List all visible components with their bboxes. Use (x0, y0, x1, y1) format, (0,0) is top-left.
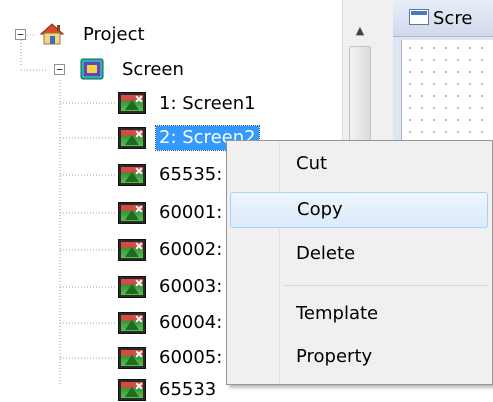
screen-window-icon (409, 9, 429, 25)
screen-design-tab-title: Scre (433, 8, 473, 29)
screen-collapse-toggle[interactable]: − (54, 64, 65, 75)
menu-item-delete-label: Delete (296, 243, 356, 264)
screen-picture-icon (118, 276, 146, 298)
tree-item-screen-60005[interactable]: 60005: (159, 346, 222, 370)
tree-item-screen-60003[interactable]: 60003: (159, 275, 222, 299)
context-menu: Cut Copy Delete Template Property (226, 140, 493, 385)
menu-item-cut-label: Cut (296, 153, 328, 174)
tree-item-screen-60004[interactable]: 60004: (159, 311, 222, 335)
tree-item-screen-1[interactable]: 1: Screen1 (159, 92, 256, 116)
tree-node-project[interactable]: Project (83, 23, 145, 47)
menu-item-copy[interactable]: Copy (230, 192, 488, 228)
screen-design-tab[interactable]: Scre (393, 0, 493, 37)
menu-item-template-label: Template (296, 303, 379, 324)
screen-picture-icon (118, 164, 146, 186)
screen-picture-icon (118, 92, 146, 114)
screen-picture-icon (118, 312, 146, 334)
tree-item-screen-65533[interactable]: 65533 (159, 378, 216, 402)
screen-picture-icon (118, 127, 146, 149)
scroll-up-arrow-icon[interactable]: ▲ (351, 24, 369, 38)
screen-picture-icon (118, 202, 146, 224)
menu-item-copy-label: Copy (297, 199, 343, 220)
tree-node-screen[interactable]: Screen (122, 58, 184, 82)
tree-item-screen-65535[interactable]: 65535: (159, 163, 222, 187)
menu-separator (283, 285, 488, 286)
menu-item-property[interactable]: Property (230, 340, 488, 376)
menu-item-delete[interactable]: Delete (230, 237, 488, 273)
tree-item-screen-60001[interactable]: 60001: (159, 201, 222, 225)
menu-item-property-label: Property (296, 346, 373, 367)
menu-item-template[interactable]: Template (230, 297, 488, 333)
screen-picture-icon (118, 347, 146, 369)
screen-picture-icon (118, 379, 146, 401)
screen-folder-icon (80, 58, 104, 80)
menu-item-cut[interactable]: Cut (230, 147, 488, 183)
screen-picture-icon (118, 239, 146, 261)
project-collapse-toggle[interactable]: − (15, 29, 26, 40)
project-house-icon (39, 23, 65, 45)
tree-item-screen-60002[interactable]: 60002: (159, 238, 222, 262)
